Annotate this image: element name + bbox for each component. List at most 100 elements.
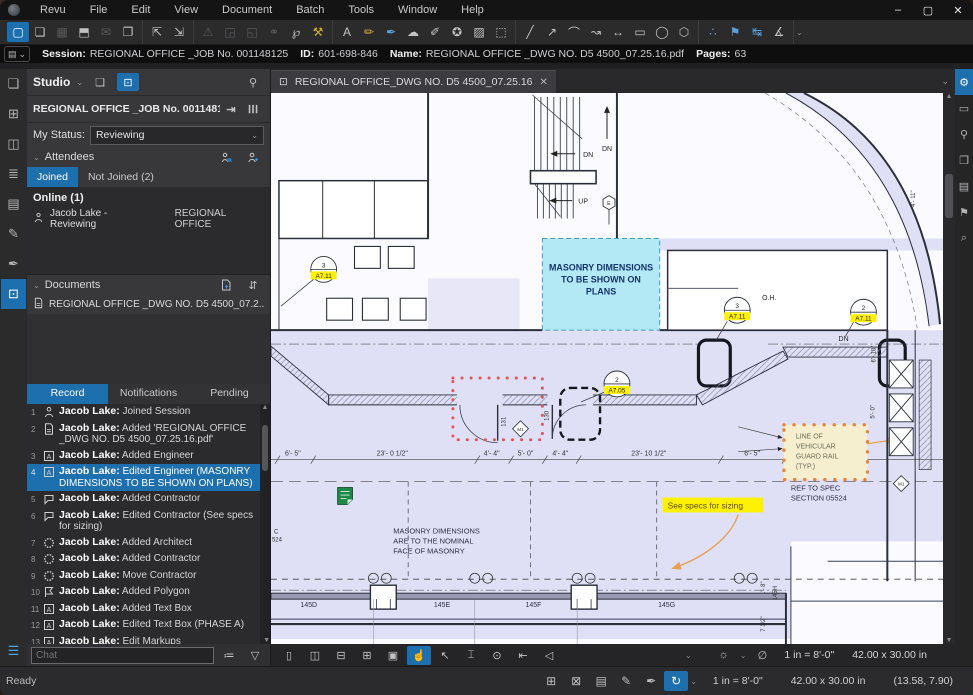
menu-edit[interactable]: Edit (119, 2, 162, 18)
active-session-icon[interactable]: ⊡ (117, 73, 139, 91)
print-icon[interactable]: ⬒ (73, 22, 95, 42)
collapse-icon[interactable]: ⌄ (33, 281, 40, 290)
scroll-thumb[interactable] (262, 425, 268, 471)
flatten-icon[interactable]: ⚒ (307, 22, 329, 42)
toolchest-panel-icon[interactable]: ▤ (1, 189, 26, 219)
select-tool-icon[interactable]: ↖ (433, 646, 457, 665)
highlighter-icon[interactable]: ✏ (358, 22, 380, 42)
menu-view[interactable]: View (162, 2, 210, 18)
layouts-icon[interactable]: ❐ (117, 22, 139, 42)
record-entry[interactable]: 3AJacob Lake: Added Engineer (27, 448, 260, 465)
open-icon[interactable]: ❏ (29, 22, 51, 42)
toolbar-overflow-icon[interactable]: ⌄ (794, 28, 805, 37)
thumbnails-panel-icon[interactable]: ❏ (1, 69, 26, 99)
lock-session-icon[interactable] (215, 148, 237, 166)
studio-title[interactable]: Studio (33, 75, 70, 89)
line-icon[interactable]: ╱ (519, 22, 541, 42)
snapshot-paste-icon[interactable]: ◱ (241, 22, 263, 42)
scroll-up-icon[interactable]: ▲ (262, 404, 269, 411)
session-list-icon[interactable]: ❏ (89, 73, 111, 91)
grid-toggle-icon[interactable]: ⊞ (539, 671, 563, 691)
measurements-panel-icon[interactable]: ▭ (955, 95, 973, 121)
arc-icon[interactable]: ⌒ (563, 22, 585, 42)
link-icon[interactable]: ⚭ (263, 22, 285, 42)
scroll-down-icon[interactable]: ▼ (946, 637, 953, 644)
textbox-icon[interactable]: A (336, 22, 358, 42)
pan-tool-icon[interactable]: ☝ (407, 646, 431, 665)
brightness-icon[interactable]: ☼ (712, 646, 736, 665)
layers-panel-icon[interactable]: ≣ (1, 159, 26, 189)
rectangle-icon[interactable]: ▭ (629, 22, 651, 42)
zoom-tool-icon[interactable]: ⊙ (485, 646, 509, 665)
record-scrollbar[interactable]: ▲▼ (260, 404, 270, 644)
record-entry[interactable]: 6Jacob Lake: Edited Contractor (See spec… (27, 508, 260, 535)
select-text-tool-icon[interactable]: ⌶ (459, 646, 483, 665)
pin-icon[interactable]: ⚲ (242, 73, 264, 91)
import-document-icon[interactable]: ⇱ (146, 22, 168, 42)
links-panel-icon[interactable]: ❐ (955, 147, 973, 173)
panel-collapse-icon[interactable]: ⌄ (935, 76, 955, 87)
spaces-panel-icon[interactable]: ⚲ (955, 121, 973, 147)
export-document-icon[interactable]: ⇲ (168, 22, 190, 42)
tab-notifications[interactable]: Notifications (108, 384, 189, 404)
reuse-markup-icon[interactable]: ↻ (664, 671, 688, 691)
tab-not-joined[interactable]: Not Joined (2) (78, 167, 164, 187)
maximize-button[interactable]: ▢ (913, 2, 943, 19)
minimize-button[interactable]: – (883, 2, 913, 18)
record-entry[interactable]: 1Jacob Lake: Joined Session (27, 404, 260, 421)
search-panel-icon[interactable]: ⌕ (955, 225, 973, 251)
collapse-icon[interactable]: ⌄ (33, 153, 40, 162)
record-entry[interactable]: 4AJacob Lake: Edited Engineer (MASONRY D… (27, 464, 260, 491)
new-document-icon[interactable]: ▢ (7, 22, 29, 42)
chat-log-icon[interactable]: ≔ (218, 646, 240, 664)
chevron-down-icon[interactable]: ⌄ (688, 677, 699, 686)
disconnect-icon[interactable]: ∅ (750, 646, 774, 665)
menu-tools[interactable]: Tools (336, 2, 386, 18)
alert-icon[interactable]: ⚠ (197, 22, 219, 42)
session-settings-icon[interactable]: ☰ (244, 98, 262, 120)
callout-tool-icon[interactable]: ✐ (424, 22, 446, 42)
my-status-dropdown[interactable]: Reviewing ⌄ (90, 126, 264, 145)
calibrate-icon[interactable]: ∡ (768, 22, 790, 42)
split-vertical-view-icon[interactable]: ◫ (303, 646, 327, 665)
compare-view-icon[interactable]: ▣ (381, 646, 405, 665)
attach-icon[interactable]: ℘ (285, 22, 307, 42)
scroll-thumb[interactable] (945, 174, 953, 218)
chevron-down-icon[interactable]: ⌄ (76, 78, 83, 87)
drawing-canvas[interactable]: DN DN UP E MASONRY DIMENSIONS TO BE SHOW… (271, 93, 943, 644)
record-entry[interactable]: 8Jacob Lake: Added Contractor (27, 551, 260, 568)
add-document-icon[interactable] (215, 276, 237, 294)
polyline-icon[interactable]: ↝ (585, 22, 607, 42)
page-snap-icon[interactable]: ▤ (589, 671, 613, 691)
sets-panel-icon[interactable]: ⊞ (1, 99, 26, 129)
properties-panel-icon[interactable]: ⚙ (955, 69, 973, 95)
menu-batch[interactable]: Batch (284, 2, 336, 18)
save-icon[interactable]: ▦ (51, 22, 73, 42)
markups-list-toggle[interactable]: ☰ (1, 636, 26, 666)
record-entry[interactable]: 9Jacob Lake: Move Contractor (27, 568, 260, 585)
add-attendee-icon[interactable] (242, 148, 264, 166)
markups-panel-icon[interactable]: ✎ (1, 219, 26, 249)
scroll-down-icon[interactable]: ▼ (263, 637, 270, 644)
split-horizontal-view-icon[interactable]: ⊟ (329, 646, 353, 665)
menu-help[interactable]: Help (449, 2, 496, 18)
chevron-down-icon[interactable]: ⌄ (683, 651, 694, 660)
record-entry[interactable]: 2Jacob Lake: Added 'REGIONAL OFFICE _DWG… (27, 421, 260, 448)
document-selector[interactable]: ▤⌄ (4, 46, 30, 62)
ellipse-icon[interactable]: ◯ (651, 22, 673, 42)
masonry-highlight-markup[interactable]: MASONRY DIMENSIONS TO BE SHOWN ON PLANS (542, 238, 659, 330)
signatures-panel-icon[interactable]: ✒ (1, 249, 26, 279)
record-entry[interactable]: 10Jacob Lake: Added Polygon (27, 584, 260, 601)
cloud-tool-icon[interactable]: ☁ (402, 22, 424, 42)
attendee-row[interactable]: Jacob Lake - Reviewing REGIONAL OFFICE (27, 206, 270, 232)
document-item[interactable]: REGIONAL OFFICE _DWG NO. D5 4500_07.2... (27, 295, 270, 314)
record-entry[interactable]: 7Jacob Lake: Added Architect (27, 535, 260, 552)
bookmarks-panel-icon[interactable]: ◫ (1, 129, 26, 159)
snapshot-icon[interactable]: ⬚ (490, 22, 512, 42)
tab-pending[interactable]: Pending (189, 384, 270, 404)
dimension-icon[interactable]: ↔ (607, 22, 629, 42)
tab-record[interactable]: Record (27, 384, 108, 404)
scroll-up-icon[interactable]: ▲ (946, 93, 953, 100)
pen-tool-2-icon[interactable]: ✒ (639, 671, 663, 691)
tab-joined[interactable]: Joined (27, 167, 78, 187)
